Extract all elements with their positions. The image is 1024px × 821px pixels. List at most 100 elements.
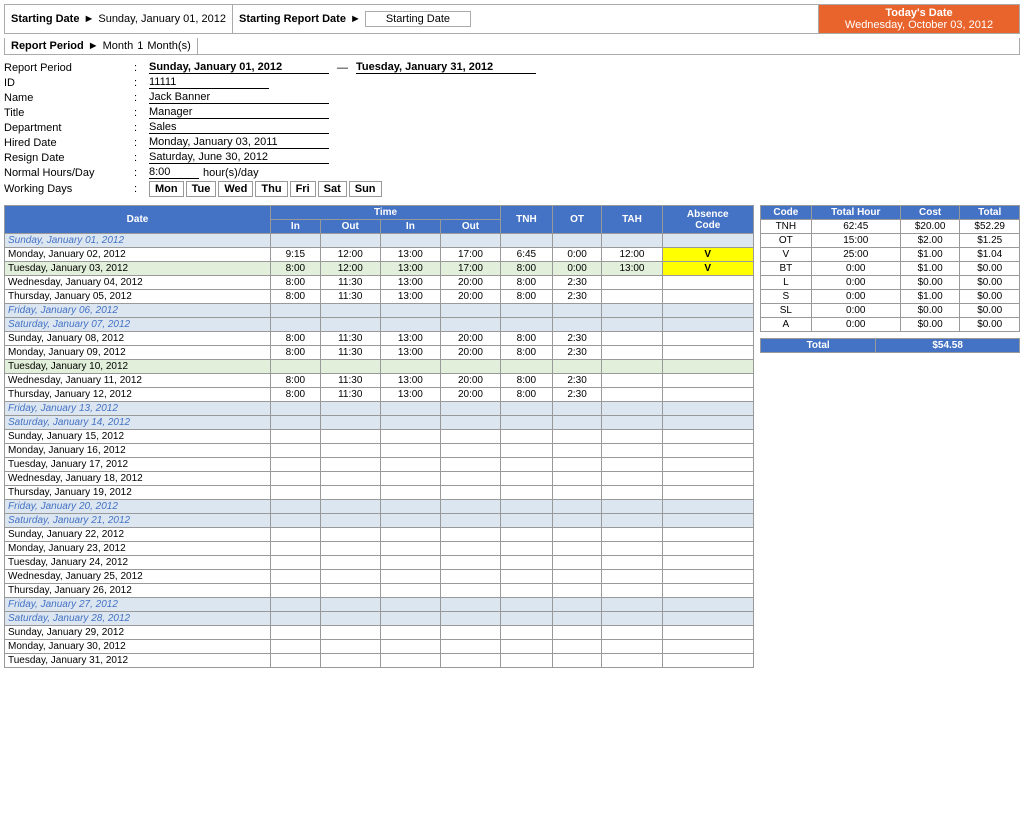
tah-cell	[602, 598, 662, 612]
absence-cell	[662, 528, 753, 542]
in1-cell	[271, 444, 321, 458]
in1-cell	[271, 458, 321, 472]
out1-cell: 11:30	[320, 388, 380, 402]
date-cell: Monday, January 23, 2012	[5, 542, 271, 556]
table-row: Saturday, January 21, 2012	[5, 514, 754, 528]
tnh-cell	[501, 598, 553, 612]
in2-cell	[380, 234, 440, 248]
day-box-wed: Wed	[218, 181, 253, 197]
out2-cell	[440, 640, 500, 654]
absence-cell: V	[662, 248, 753, 262]
in2-cell	[380, 430, 440, 444]
absence-cell	[662, 304, 753, 318]
working-days-row: Working Days : MonTueWedThuFriSatSun	[4, 181, 1020, 197]
out2-cell	[440, 486, 500, 500]
report-period-value: Month	[103, 40, 134, 52]
hired-value: Monday, January 03, 2011	[149, 136, 329, 149]
tnh-cell: 8:00	[501, 276, 553, 290]
report-period-label: Report Period	[11, 40, 84, 52]
in1-cell	[271, 626, 321, 640]
tnh-cell	[501, 318, 553, 332]
title-label: Title	[4, 107, 134, 119]
in1-cell	[271, 556, 321, 570]
tnh-cell	[501, 654, 553, 668]
in1-cell: 8:00	[271, 332, 321, 346]
code-summary-cell: OT	[761, 234, 812, 248]
tah-cell	[602, 444, 662, 458]
ot-cell	[552, 234, 602, 248]
in2-cell: 13:00	[380, 262, 440, 276]
tah-cell	[602, 402, 662, 416]
absence-cell	[662, 416, 753, 430]
out1-cell: 11:30	[320, 276, 380, 290]
in2-cell: 13:00	[380, 388, 440, 402]
tnh-cell	[501, 234, 553, 248]
in2-cell	[380, 500, 440, 514]
ot-cell: 2:30	[552, 332, 602, 346]
ot-cell	[552, 626, 602, 640]
cost-summary-cell: $1.00	[900, 290, 960, 304]
in1-cell	[271, 416, 321, 430]
out1-cell: 12:00	[320, 262, 380, 276]
hired-colon: :	[134, 137, 149, 149]
in1-cell: 8:00	[271, 290, 321, 304]
tah-header: TAH	[602, 206, 662, 234]
in2-cell	[380, 640, 440, 654]
absence-cell	[662, 472, 753, 486]
date-cell: Tuesday, January 24, 2012	[5, 556, 271, 570]
out1-cell	[320, 416, 380, 430]
total-summary-cell: $0.00	[960, 290, 1020, 304]
in2-cell	[380, 542, 440, 556]
tah-cell	[602, 654, 662, 668]
tnh-cell	[501, 500, 553, 514]
tah-cell	[602, 542, 662, 556]
table-row: Saturday, January 28, 2012	[5, 612, 754, 626]
dept-value: Sales	[149, 121, 329, 134]
out1-cell: 11:30	[320, 374, 380, 388]
report-period-row: Report Period : Sunday, January 01, 2012…	[4, 61, 1020, 74]
absence-cell	[662, 584, 753, 598]
hired-row: Hired Date : Monday, January 03, 2011	[4, 136, 1020, 149]
starting-report-date-value[interactable]: Starting Date	[365, 11, 471, 27]
day-box-sun: Sun	[349, 181, 382, 197]
date-cell: Sunday, January 22, 2012	[5, 528, 271, 542]
hours-colon: :	[134, 167, 149, 179]
ot-cell	[552, 318, 602, 332]
title-colon: :	[134, 107, 149, 119]
tah-cell	[602, 556, 662, 570]
date-cell: Saturday, January 14, 2012	[5, 416, 271, 430]
in2-cell	[380, 458, 440, 472]
absence-cell	[662, 542, 753, 556]
ot-cell	[552, 556, 602, 570]
summary-table: Code Total Hour Cost Total TNH62:45$20.0…	[760, 205, 1020, 332]
tnh-cell	[501, 472, 553, 486]
name-label: Name	[4, 92, 134, 104]
out1-cell	[320, 486, 380, 500]
absence-cell	[662, 234, 753, 248]
out2-header: Out	[440, 220, 500, 234]
date-cell: Thursday, January 26, 2012	[5, 584, 271, 598]
table-row: Wednesday, January 18, 2012	[5, 472, 754, 486]
right-table-container: Code Total Hour Cost Total TNH62:45$20.0…	[760, 205, 1020, 353]
date-cell: Monday, January 16, 2012	[5, 444, 271, 458]
ot-cell	[552, 444, 602, 458]
tnh-cell	[501, 402, 553, 416]
in1-cell	[271, 612, 321, 626]
rp-colon: :	[134, 62, 149, 74]
out2-cell: 17:00	[440, 248, 500, 262]
absence-cell	[662, 346, 753, 360]
out2-cell: 20:00	[440, 290, 500, 304]
in1-cell	[271, 570, 321, 584]
out1-cell	[320, 318, 380, 332]
tnh-cell: 8:00	[501, 388, 553, 402]
out2-cell	[440, 402, 500, 416]
total-summary-cell: $0.00	[960, 262, 1020, 276]
in1-cell	[271, 654, 321, 668]
total-summary-cell: $52.29	[960, 220, 1020, 234]
table-row: Tuesday, January 31, 2012	[5, 654, 754, 668]
table-row: Monday, January 16, 2012	[5, 444, 754, 458]
in1-cell	[271, 472, 321, 486]
hours-label: Normal Hours/Day	[4, 167, 134, 179]
tah-cell	[602, 472, 662, 486]
out1-cell	[320, 654, 380, 668]
